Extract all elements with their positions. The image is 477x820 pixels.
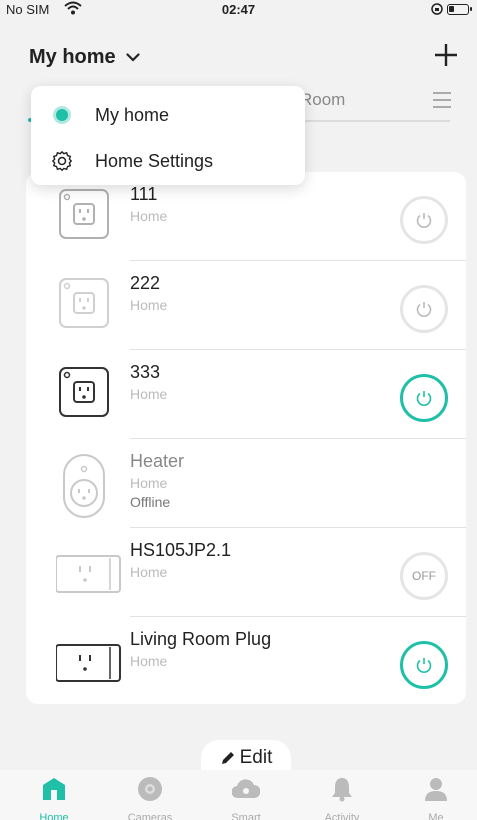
home-icon: [43, 778, 65, 800]
power-icon: [416, 391, 432, 406]
nav-label: Smart: [231, 812, 261, 820]
nav-item-cameras[interactable]: Cameras: [110, 776, 190, 820]
flat-plug-icon: [55, 542, 121, 602]
device-room: Home: [130, 208, 168, 224]
dropdown-item-label: My home: [95, 104, 170, 125]
pencil-icon: [221, 752, 234, 764]
power-button[interactable]: [400, 374, 448, 422]
menu-icon[interactable]: [433, 92, 451, 113]
tab-room[interactable]: Room: [300, 90, 345, 110]
home-switcher[interactable]: My home: [29, 46, 140, 69]
gear-icon: [51, 150, 73, 172]
device-row[interactable]: Heater Home Offline: [26, 439, 466, 528]
device-room: Home: [130, 386, 168, 402]
home-name: My home: [29, 46, 116, 68]
smart-icon: [231, 779, 261, 799]
device-name: HS105JP2.1: [130, 540, 232, 560]
add-button[interactable]: [433, 42, 459, 68]
device-room: Home: [130, 297, 168, 313]
nav-label: Me: [428, 812, 444, 820]
device-name: Heater: [130, 451, 185, 471]
nav-label: Activity: [324, 812, 360, 820]
round-plug-icon: [56, 453, 112, 518]
device-room: Home: [130, 475, 168, 491]
plug-icon: [56, 364, 112, 424]
device-row[interactable]: 333 Home: [26, 350, 466, 439]
power-button[interactable]: [400, 285, 448, 333]
power-icon: [416, 658, 432, 673]
radio-selected-icon: [53, 106, 71, 124]
bell-icon: [332, 778, 352, 802]
device-row[interactable]: HS105JP2.1 Home OFF: [26, 528, 466, 617]
power-icon: [416, 213, 432, 228]
off-label: OFF: [412, 569, 436, 583]
lock-rotation-icon: [431, 3, 443, 15]
nav-item-smart[interactable]: Smart: [206, 776, 286, 820]
dropdown-item-label: Home Settings: [95, 150, 214, 171]
user-icon: [425, 778, 447, 801]
nav-label: Home: [39, 812, 69, 820]
device-status: Offline: [130, 494, 171, 510]
device-name: 111: [130, 184, 158, 204]
device-room: Home: [130, 564, 168, 580]
chevron-down-icon: [126, 53, 140, 62]
nav-label: Cameras: [127, 812, 173, 820]
plug-icon: [56, 275, 112, 335]
device-row[interactable]: 222 Home: [26, 261, 466, 350]
device-name: 222: [130, 273, 161, 293]
dropdown-item-home-settings[interactable]: Home Settings: [31, 138, 305, 184]
power-button[interactable]: [400, 641, 448, 689]
device-name: Living Room Plug: [130, 629, 272, 649]
edit-label: Edit: [239, 747, 273, 768]
plug-icon: [56, 186, 112, 246]
home-dropdown: My home Home Settings: [31, 86, 305, 185]
device-row[interactable]: Living Room Plug Home: [26, 617, 466, 706]
moon-icon: [420, 4, 425, 14]
nav-item-home[interactable]: Home: [14, 776, 94, 820]
device-list: 111 Home 222 Home 333 Home Heater Home O…: [26, 172, 466, 704]
power-button[interactable]: [400, 196, 448, 244]
battery-icon: [447, 3, 472, 15]
bottom-nav: Home Cameras Smart Activity Me: [0, 770, 477, 820]
camera-icon: [138, 777, 162, 801]
nav-item-me[interactable]: Me: [396, 776, 476, 820]
device-room: Home: [130, 653, 168, 669]
power-icon: [416, 302, 432, 317]
plus-icon: [435, 44, 457, 66]
device-name: 333: [130, 362, 161, 382]
status-bar: No SIM 02:47: [0, 0, 477, 22]
status-time: 02:47: [221, 2, 256, 17]
nav-item-activity[interactable]: Activity: [302, 776, 382, 820]
dropdown-item-my-home[interactable]: My home: [31, 92, 305, 138]
power-button[interactable]: OFF: [400, 552, 448, 600]
flat-plug-icon: [55, 631, 121, 691]
device-row[interactable]: 111 Home: [26, 172, 466, 261]
